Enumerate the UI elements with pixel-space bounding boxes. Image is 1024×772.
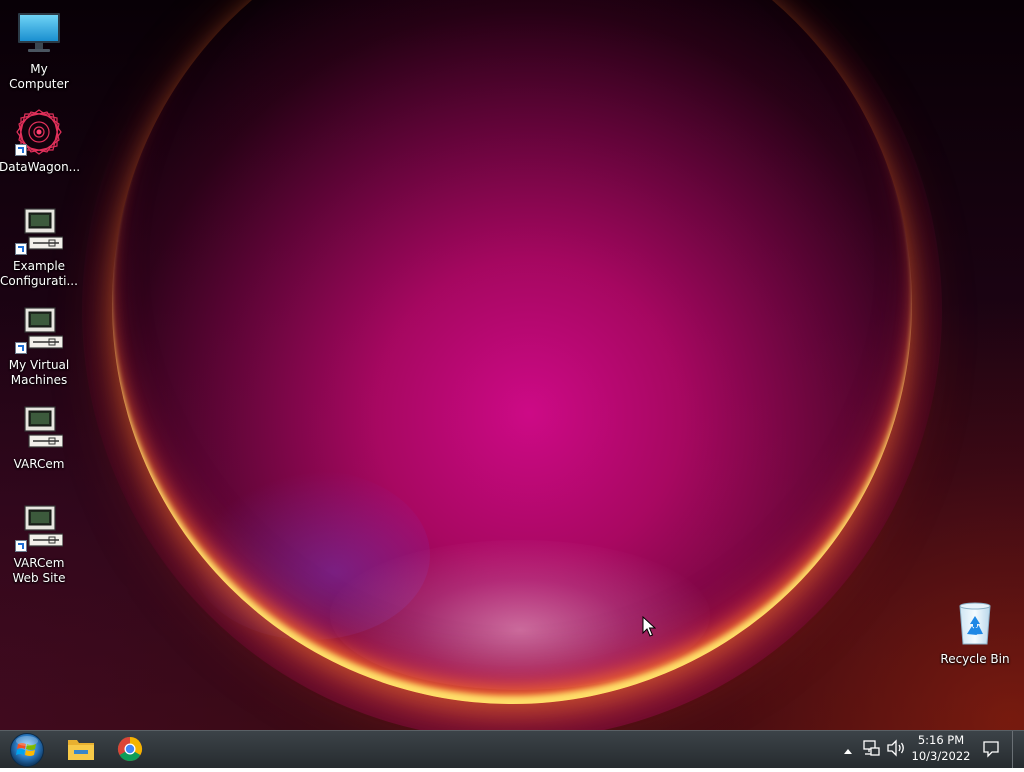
desktop-icon-datawagon[interactable]: DataWagon...	[0, 108, 81, 175]
desktop-icon-my-computer[interactable]: My Computer	[0, 10, 79, 92]
monitor-icon	[15, 10, 63, 58]
folder-icon	[68, 740, 94, 760]
show-desktop-button[interactable]	[1012, 731, 1024, 768]
volume-icon[interactable]	[886, 739, 906, 760]
wallpaper	[0, 0, 1024, 730]
desktop[interactable]: My Computer DataWagon... Example Configu…	[0, 0, 1024, 730]
action-center-icon[interactable]	[982, 740, 1000, 762]
vm-computer-icon	[15, 504, 64, 552]
clock-date: 10/3/2022	[911, 749, 971, 763]
windows-start-orb-icon	[10, 733, 44, 767]
desktop-icon-varcem[interactable]: VARCem	[0, 405, 79, 472]
shortcut-arrow-icon	[15, 540, 27, 552]
shortcut-arrow-icon	[15, 342, 27, 354]
shortcut-arrow-icon	[15, 144, 27, 156]
desktop-icon-label: Recycle Bin	[940, 652, 1010, 666]
taskbar-file-explorer[interactable]	[58, 733, 104, 765]
show-hidden-icons-arrow-icon[interactable]	[843, 744, 853, 758]
desktop-icon-recycle-bin[interactable]: Recycle Bin	[935, 600, 1015, 667]
desktop-icon-label: DataWagon...	[0, 160, 81, 174]
vm-computer-icon	[15, 405, 64, 453]
mouse-cursor-icon	[642, 615, 657, 638]
system-tray	[840, 731, 910, 767]
start-button[interactable]	[8, 732, 46, 767]
desktop-icon-label: My Computer	[9, 62, 69, 91]
datawagon-logo-icon	[15, 108, 63, 156]
recycle-bin-icon	[951, 600, 999, 648]
desktop-icon-label: My Virtual Machines	[8, 358, 70, 387]
chrome-icon	[117, 737, 143, 762]
shortcut-arrow-icon	[15, 243, 27, 255]
desktop-icon-label: VARCem Web Site	[12, 556, 66, 585]
vm-computer-icon	[15, 207, 64, 255]
vm-computer-icon	[15, 306, 64, 354]
desktop-icon-label: Example Configurati...	[0, 259, 78, 288]
desktop-icon-varcem-web-site[interactable]: VARCem Web Site	[0, 504, 79, 586]
taskbar-google-chrome[interactable]	[107, 733, 153, 765]
clock[interactable]: 5:16 PM 10/3/2022	[908, 732, 974, 764]
desktop-icon-my-virtual-machines[interactable]: My Virtual Machines	[0, 306, 79, 388]
taskbar: 5:16 PM 10/3/2022	[0, 730, 1024, 768]
network-icon[interactable]	[862, 739, 880, 760]
clock-time: 5:16 PM	[917, 733, 965, 747]
desktop-icon-example-configuration[interactable]: Example Configurati...	[0, 207, 79, 289]
desktop-icon-label: VARCem	[13, 457, 65, 471]
